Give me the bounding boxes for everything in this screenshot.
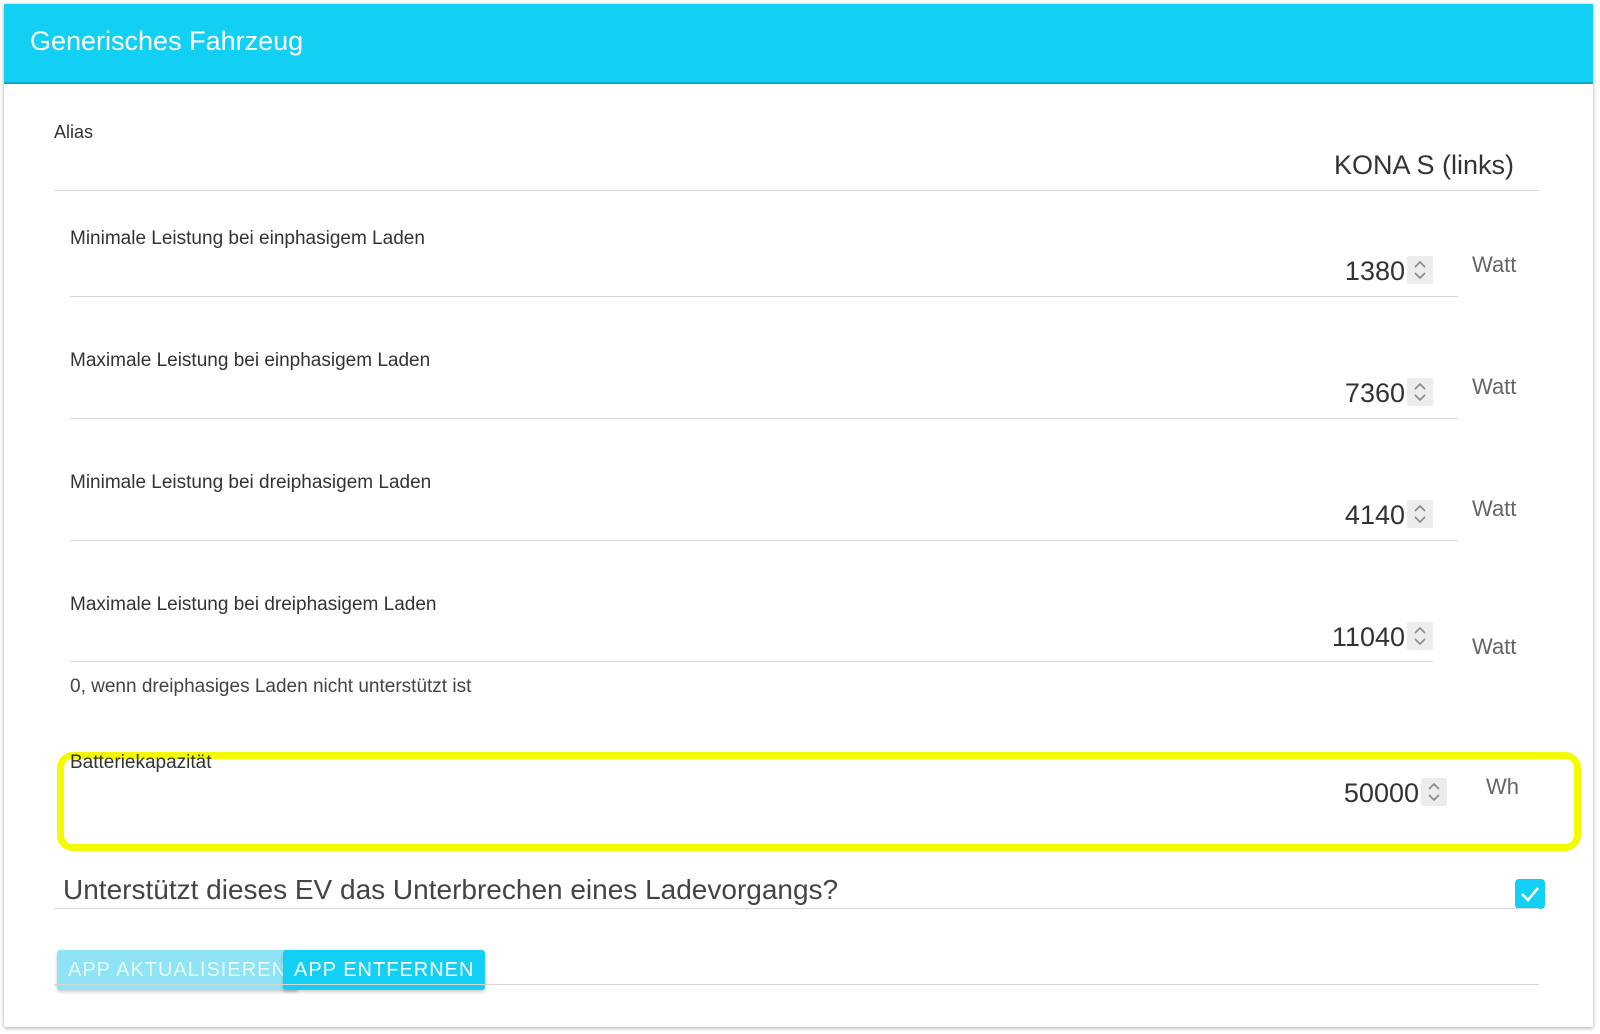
divider — [54, 908, 1539, 909]
max-single-phase-input[interactable]: 7360 — [1204, 378, 1405, 409]
unit-label: Watt — [1472, 252, 1517, 277]
up-down-chevron-icon[interactable] — [1407, 378, 1433, 406]
unit-label: Wh — [1486, 774, 1519, 799]
field-underline — [70, 418, 1458, 419]
alias-underline — [54, 190, 1539, 191]
field-underline — [70, 540, 1458, 541]
unit-label: Watt — [1472, 634, 1517, 659]
up-down-chevron-icon[interactable] — [1407, 256, 1433, 284]
battery-capacity-input[interactable]: 50000 — [1204, 778, 1419, 809]
up-down-chevron-icon[interactable] — [1421, 778, 1447, 806]
page-title: Generisches Fahrzeug — [30, 26, 304, 56]
field-label-max-single-phase: Maximale Leistung bei einphasigem Laden — [70, 350, 431, 371]
up-down-chevron-icon[interactable] — [1407, 622, 1433, 650]
max-three-phase-input[interactable]: 11040 — [1204, 622, 1405, 653]
battery-label: Batteriekapazität — [70, 752, 212, 773]
up-down-chevron-icon[interactable] — [1407, 500, 1433, 528]
field-underline — [70, 296, 1458, 297]
min-single-phase-input[interactable]: 1380 — [1204, 256, 1405, 287]
card-header: Generisches Fahrzeug — [4, 4, 1593, 84]
unit-label: Watt — [1472, 374, 1517, 399]
divider — [54, 984, 1539, 985]
alias-label: Alias — [54, 122, 94, 142]
interrupt-question: Unterstützt dieses EV das Unterbrechen e… — [63, 874, 839, 905]
field-label-min-three-phase: Minimale Leistung bei dreiphasigem Laden — [70, 472, 432, 493]
unit-label: Watt — [1472, 496, 1517, 521]
vehicle-settings-card: Generisches Fahrzeug Alias KONA S (links… — [4, 4, 1593, 1027]
interrupt-checkbox[interactable] — [1515, 879, 1545, 909]
field-underline — [70, 661, 1433, 662]
field-hint: 0, wenn dreiphasiges Laden nicht unterst… — [70, 676, 472, 697]
checkmark-icon — [1521, 887, 1539, 902]
min-three-phase-input[interactable]: 4140 — [1204, 500, 1405, 531]
field-label-max-three-phase: Maximale Leistung bei dreiphasigem Laden — [70, 594, 437, 615]
field-label-min-single-phase: Minimale Leistung bei einphasigem Laden — [70, 228, 425, 249]
alias-input[interactable]: KONA S (links) — [1204, 150, 1514, 181]
